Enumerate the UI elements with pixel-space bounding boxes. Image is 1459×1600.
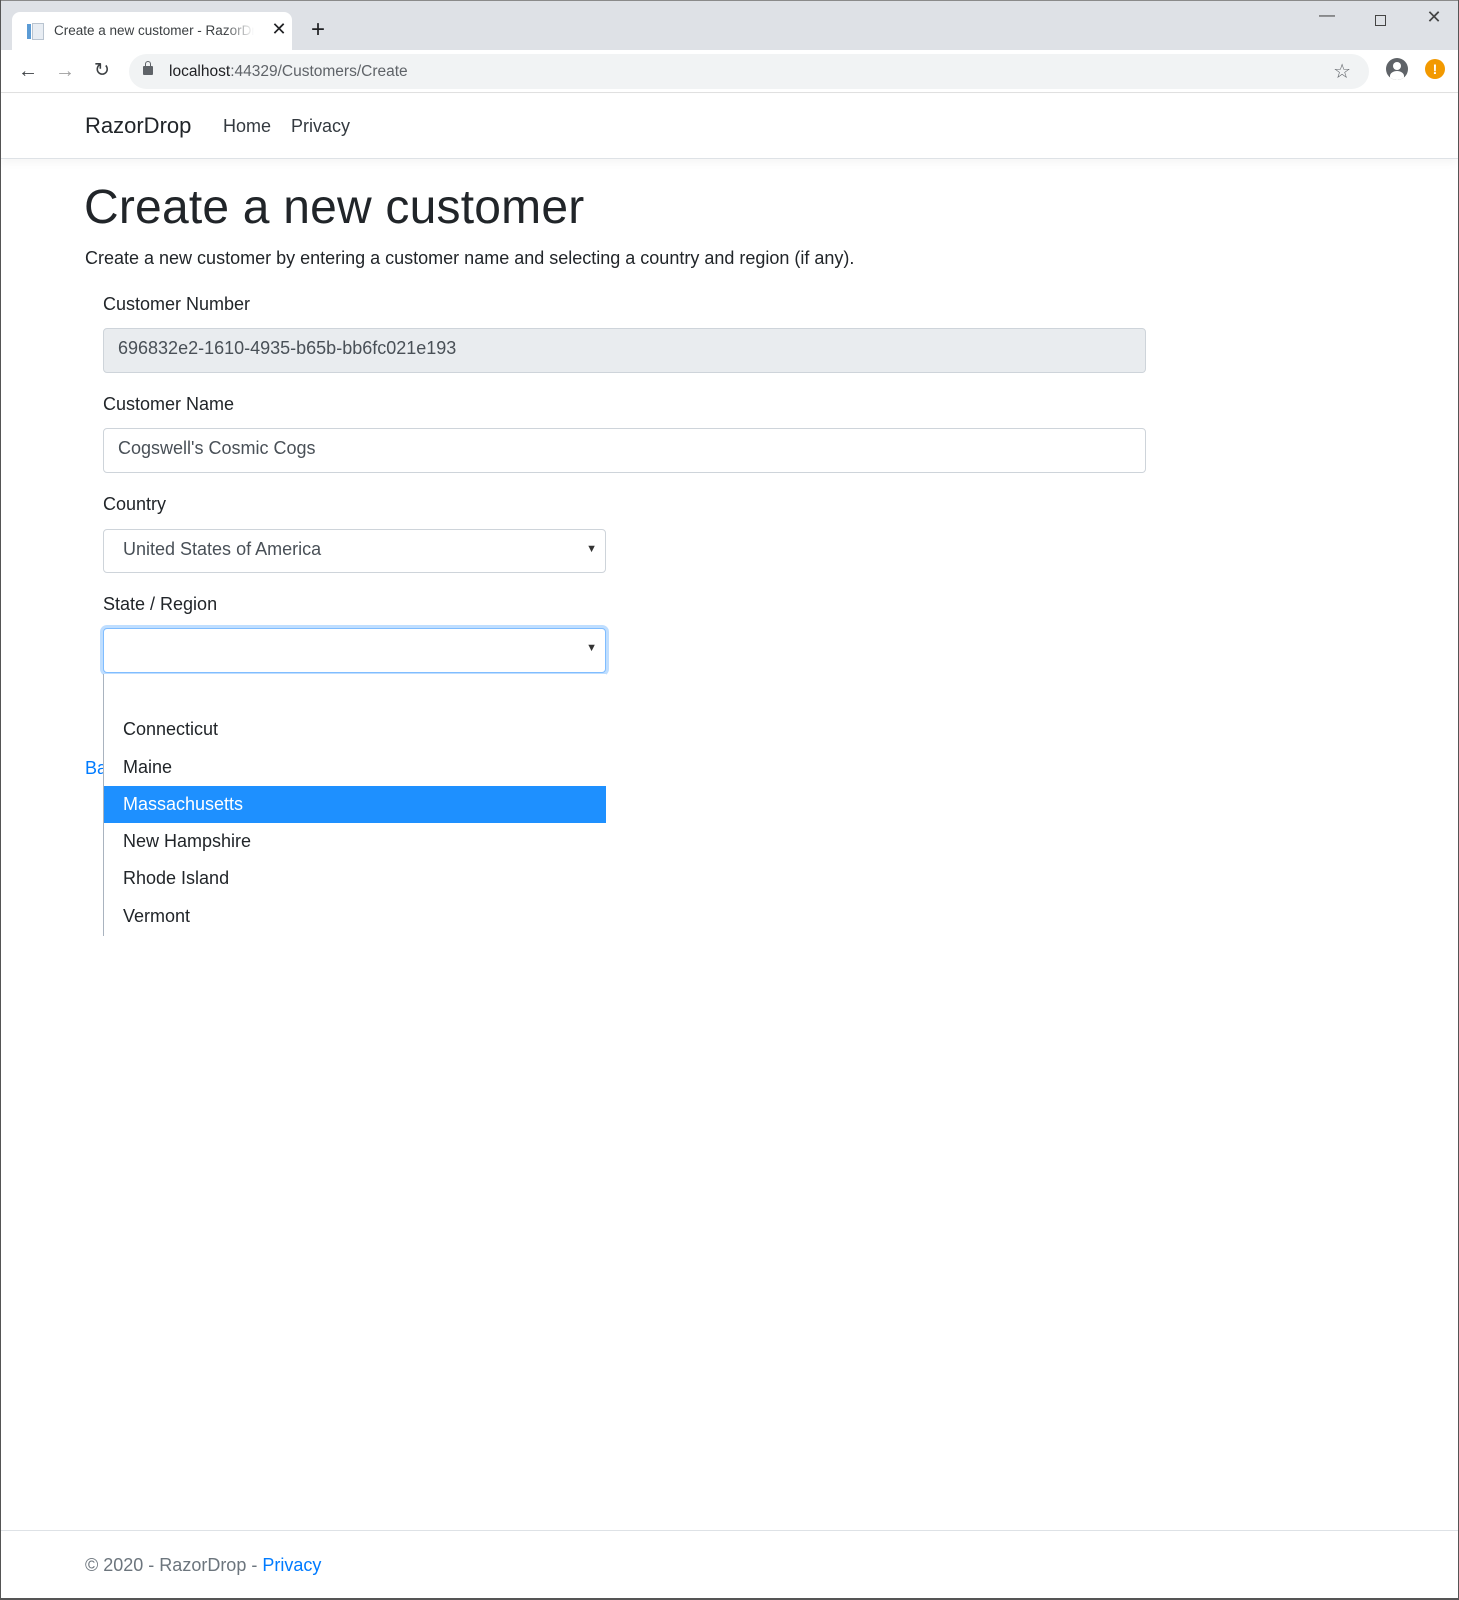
site-navbar: RazorDrop Home Privacy [1, 94, 1458, 159]
state-region-select[interactable]: ▼ [103, 628, 606, 673]
url-path: :44329/Customers/Create [230, 63, 408, 80]
chevron-down-icon: ▼ [586, 543, 597, 555]
bookmark-star-icon[interactable]: ☆ [1333, 59, 1351, 84]
tab-close-icon[interactable]: ✕ [269, 19, 289, 40]
address-bar[interactable]: localhost:44329/Customers/Create ☆ [129, 54, 1369, 89]
dropdown-option[interactable]: Maine [104, 749, 606, 786]
dropdown-option[interactable] [104, 674, 606, 711]
browser-tab-strip: Create a new customer - RazorDrop ✕ + — … [1, 0, 1458, 51]
state-region-dropdown-list: Connecticut Maine Massachusetts New Hamp… [103, 674, 606, 936]
new-tab-button[interactable]: + [307, 18, 329, 42]
footer-privacy-link[interactable]: Privacy [262, 1555, 321, 1575]
browser-toolbar: ← → ↻ localhost:44329/Customers/Create ☆… [1, 50, 1458, 93]
country-selected-value: United States of America [123, 539, 322, 559]
page-title: Create a new customer [84, 181, 585, 234]
lock-icon [143, 61, 153, 75]
maximize-icon [1374, 15, 1386, 26]
dropdown-option[interactable]: Connecticut [104, 711, 606, 748]
maximize-window-button[interactable] [1365, 9, 1395, 31]
customer-name-field[interactable]: Cogswell's Cosmic Cogs [103, 428, 1146, 473]
footer-text: © 2020 - RazorDrop - Privacy [85, 1555, 321, 1576]
nav-link-privacy[interactable]: Privacy [291, 116, 350, 137]
browser-tab[interactable]: Create a new customer - RazorDrop ✕ [12, 12, 292, 51]
page-description: Create a new customer by entering a cust… [85, 248, 855, 268]
reload-button[interactable]: ↻ [88, 57, 116, 85]
update-alert-icon[interactable]: ! [1425, 59, 1445, 79]
dropdown-option[interactable]: Rhode Island [104, 860, 606, 897]
close-window-button[interactable]: ✕ [1419, 7, 1449, 28]
nav-link-home[interactable]: Home [223, 116, 271, 137]
dropdown-option[interactable]: New Hampshire [104, 823, 606, 860]
country-label: Country [103, 494, 167, 514]
footer-copyright: © 2020 - RazorDrop - [85, 1555, 263, 1575]
brand-link[interactable]: RazorDrop [85, 113, 191, 139]
customer-number-field[interactable]: 696832e2-1610-4935-b65b-bb6fc021e193 [103, 328, 1146, 373]
minimize-window-button[interactable]: — [1312, 7, 1342, 25]
site-footer: © 2020 - RazorDrop - Privacy [1, 1530, 1458, 1598]
back-button[interactable]: ← [14, 57, 42, 85]
tab-title: Create a new customer - RazorDrop [54, 23, 254, 38]
customer-number-label: Customer Number [103, 294, 251, 314]
url-text[interactable]: localhost:44329/Customers/Create [169, 63, 408, 81]
profile-avatar-icon[interactable] [1386, 58, 1408, 80]
country-select[interactable]: United States of America ▼ [103, 529, 606, 573]
customer-name-label: Customer Name [103, 394, 235, 414]
dropdown-option[interactable]: Vermont [104, 898, 606, 935]
url-host: localhost [169, 63, 231, 80]
page-favicon-icon [27, 23, 44, 40]
chevron-down-icon: ▼ [586, 642, 597, 654]
forward-button[interactable]: → [51, 57, 79, 85]
state-region-label: State / Region [103, 594, 218, 614]
dropdown-option-highlighted[interactable]: Massachusetts [104, 785, 606, 824]
